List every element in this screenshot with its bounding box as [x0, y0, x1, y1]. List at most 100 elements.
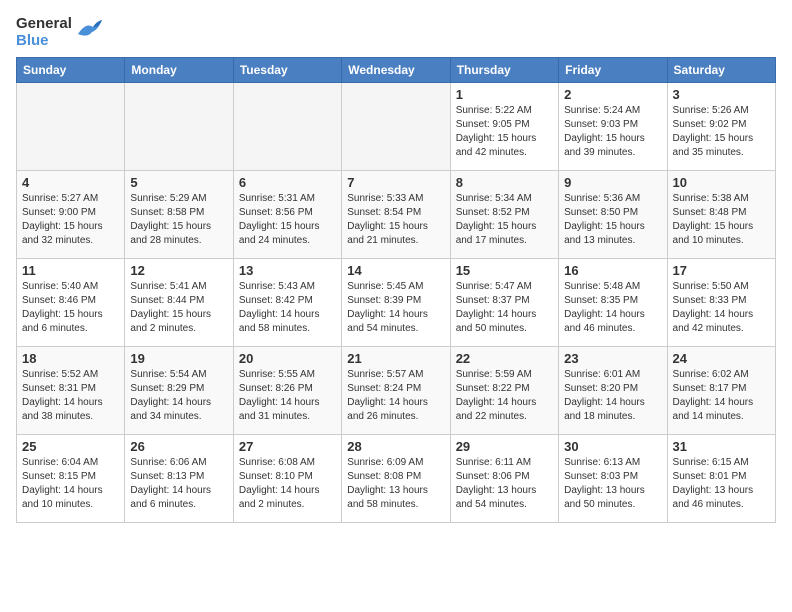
day-number: 31	[673, 439, 770, 454]
calendar-cell: 20 Sunrise: 5:55 AMSunset: 8:26 PMDayligh…	[233, 347, 341, 435]
page-header: General Blue	[16, 16, 776, 49]
day-info: Sunrise: 6:09 AMSunset: 8:08 PMDaylight:…	[347, 456, 444, 512]
day-number: 17	[673, 263, 770, 278]
day-info: Sunrise: 5:54 AMSunset: 8:29 PMDaylight:…	[130, 368, 227, 424]
day-info: Sunrise: 5:38 AMSunset: 8:48 PMDaylight:…	[673, 192, 770, 248]
logo-general-text: General	[16, 16, 72, 33]
calendar-cell: 29 Sunrise: 6:11 AMSunset: 8:06 PMDayligh…	[450, 435, 558, 523]
logo-container: General Blue	[16, 16, 102, 49]
calendar-cell: 12Sunrise: 5:41 AMSunset: 8:44 PMDayligh…	[125, 259, 233, 347]
day-number: 26	[130, 439, 227, 454]
day-info: Sunrise: 5:52 AMSunset: 8:31 PMDaylight:…	[22, 368, 119, 424]
day-number: 18	[22, 351, 119, 366]
calendar-cell: 16Sunrise: 5:48 AMSunset: 8:35 PMDayligh…	[559, 259, 667, 347]
day-number: 4	[22, 175, 119, 190]
calendar-week-row: 4Sunrise: 5:27 AMSunset: 9:00 PMDaylight…	[17, 171, 776, 259]
day-number: 30	[564, 439, 661, 454]
day-info: Sunrise: 6:06 AMSunset: 8:13 PMDaylight:…	[130, 456, 227, 512]
calendar-cell: 31 Sunrise: 6:15 AMSunset: 8:01 PMDayligh…	[667, 435, 775, 523]
day-info: Sunrise: 5:55 AMSunset: 8:26 PMDaylight:…	[239, 368, 336, 424]
day-number: 28	[347, 439, 444, 454]
day-number: 13	[239, 263, 336, 278]
logo: General Blue	[16, 16, 102, 49]
day-number: 25	[22, 439, 119, 454]
day-info: Sunrise: 6:08 AMSunset: 8:10 PMDaylight:…	[239, 456, 336, 512]
calendar-cell: 28 Sunrise: 6:09 AMSunset: 8:08 PMDayligh…	[342, 435, 450, 523]
col-header-saturday: Saturday	[667, 58, 775, 83]
day-info: Sunrise: 6:01 AMSunset: 8:20 PMDaylight:…	[564, 368, 661, 424]
col-header-thursday: Thursday	[450, 58, 558, 83]
day-info: Sunrise: 6:02 AMSunset: 8:17 PMDaylight:…	[673, 368, 770, 424]
col-header-sunday: Sunday	[17, 58, 125, 83]
calendar-cell: 18 Sunrise: 5:52 AMSunset: 8:31 PMDayligh…	[17, 347, 125, 435]
day-number: 24	[673, 351, 770, 366]
calendar-cell: 25 Sunrise: 6:04 AMSunset: 8:15 PMDayligh…	[17, 435, 125, 523]
day-number: 6	[239, 175, 336, 190]
logo-blue-text: Blue	[16, 33, 72, 50]
calendar-week-row: 11Sunrise: 5:40 AMSunset: 8:46 PMDayligh…	[17, 259, 776, 347]
day-info: Sunrise: 5:24 AMSunset: 9:03 PMDaylight:…	[564, 104, 661, 160]
calendar-cell: 5Sunrise: 5:29 AMSunset: 8:58 PMDaylight…	[125, 171, 233, 259]
day-number: 16	[564, 263, 661, 278]
calendar-cell: 15 Sunrise: 5:47 AMSunset: 8:37 PMDayligh…	[450, 259, 558, 347]
day-info: Sunrise: 6:15 AMSunset: 8:01 PMDaylight:…	[673, 456, 770, 512]
day-info: Sunrise: 6:04 AMSunset: 8:15 PMDaylight:…	[22, 456, 119, 512]
calendar-cell: 9Sunrise: 5:36 AMSunset: 8:50 PMDaylight…	[559, 171, 667, 259]
day-number: 8	[456, 175, 553, 190]
calendar-cell	[17, 83, 125, 171]
day-number: 14	[347, 263, 444, 278]
day-info: Sunrise: 5:47 AMSunset: 8:37 PMDaylight:…	[456, 280, 553, 336]
calendar-cell: 27 Sunrise: 6:08 AMSunset: 8:10 PMDayligh…	[233, 435, 341, 523]
day-number: 20	[239, 351, 336, 366]
day-info: Sunrise: 5:31 AMSunset: 8:56 PMDaylight:…	[239, 192, 336, 248]
day-number: 19	[130, 351, 227, 366]
day-info: Sunrise: 5:34 AMSunset: 8:52 PMDaylight:…	[456, 192, 553, 248]
day-info: Sunrise: 5:45 AMSunset: 8:39 PMDaylight:…	[347, 280, 444, 336]
day-info: Sunrise: 5:59 AMSunset: 8:22 PMDaylight:…	[456, 368, 553, 424]
calendar-cell: 24 Sunrise: 6:02 AMSunset: 8:17 PMDayligh…	[667, 347, 775, 435]
calendar-cell: 13 Sunrise: 5:43 AMSunset: 8:42 PMDayligh…	[233, 259, 341, 347]
calendar-cell: 30 Sunrise: 6:13 AMSunset: 8:03 PMDayligh…	[559, 435, 667, 523]
calendar-cell: 2 Sunrise: 5:24 AMSunset: 9:03 PMDaylight…	[559, 83, 667, 171]
day-number: 15	[456, 263, 553, 278]
col-header-wednesday: Wednesday	[342, 58, 450, 83]
day-number: 21	[347, 351, 444, 366]
day-number: 23	[564, 351, 661, 366]
calendar-cell	[233, 83, 341, 171]
day-info: Sunrise: 5:36 AMSunset: 8:50 PMDaylight:…	[564, 192, 661, 248]
day-number: 7	[347, 175, 444, 190]
calendar-week-row: 25 Sunrise: 6:04 AMSunset: 8:15 PMDayligh…	[17, 435, 776, 523]
day-info: Sunrise: 6:11 AMSunset: 8:06 PMDaylight:…	[456, 456, 553, 512]
calendar-cell: 23 Sunrise: 6:01 AMSunset: 8:20 PMDayligh…	[559, 347, 667, 435]
col-header-friday: Friday	[559, 58, 667, 83]
calendar-cell	[125, 83, 233, 171]
calendar-cell: 19 Sunrise: 5:54 AMSunset: 8:29 PMDayligh…	[125, 347, 233, 435]
calendar-header-row: SundayMondayTuesdayWednesdayThursdayFrid…	[17, 58, 776, 83]
calendar-table: SundayMondayTuesdayWednesdayThursdayFrid…	[16, 57, 776, 523]
calendar-week-row: 18 Sunrise: 5:52 AMSunset: 8:31 PMDayligh…	[17, 347, 776, 435]
calendar-cell: 3Sunrise: 5:26 AMSunset: 9:02 PMDaylight…	[667, 83, 775, 171]
calendar-cell: 4Sunrise: 5:27 AMSunset: 9:00 PMDaylight…	[17, 171, 125, 259]
calendar-cell: 21Sunrise: 5:57 AMSunset: 8:24 PMDayligh…	[342, 347, 450, 435]
calendar-cell: 8 Sunrise: 5:34 AMSunset: 8:52 PMDaylight…	[450, 171, 558, 259]
calendar-cell: 14 Sunrise: 5:45 AMSunset: 8:39 PMDayligh…	[342, 259, 450, 347]
calendar-cell: 17Sunrise: 5:50 AMSunset: 8:33 PMDayligh…	[667, 259, 775, 347]
calendar-cell: 10Sunrise: 5:38 AMSunset: 8:48 PMDayligh…	[667, 171, 775, 259]
day-info: Sunrise: 5:43 AMSunset: 8:42 PMDaylight:…	[239, 280, 336, 336]
col-header-tuesday: Tuesday	[233, 58, 341, 83]
day-number: 29	[456, 439, 553, 454]
day-info: Sunrise: 5:33 AMSunset: 8:54 PMDaylight:…	[347, 192, 444, 248]
day-info: Sunrise: 5:29 AMSunset: 8:58 PMDaylight:…	[130, 192, 227, 248]
calendar-cell	[342, 83, 450, 171]
calendar-week-row: 1 Sunrise: 5:22 AMSunset: 9:05 PMDaylight…	[17, 83, 776, 171]
day-number: 1	[456, 87, 553, 102]
day-number: 27	[239, 439, 336, 454]
calendar-cell: 1 Sunrise: 5:22 AMSunset: 9:05 PMDaylight…	[450, 83, 558, 171]
day-info: Sunrise: 5:22 AMSunset: 9:05 PMDaylight:…	[456, 104, 553, 160]
day-number: 2	[564, 87, 661, 102]
day-info: Sunrise: 5:40 AMSunset: 8:46 PMDaylight:…	[22, 280, 119, 336]
calendar-cell: 11Sunrise: 5:40 AMSunset: 8:46 PMDayligh…	[17, 259, 125, 347]
day-info: Sunrise: 6:13 AMSunset: 8:03 PMDaylight:…	[564, 456, 661, 512]
calendar-cell: 6 Sunrise: 5:31 AMSunset: 8:56 PMDaylight…	[233, 171, 341, 259]
day-info: Sunrise: 5:26 AMSunset: 9:02 PMDaylight:…	[673, 104, 770, 160]
